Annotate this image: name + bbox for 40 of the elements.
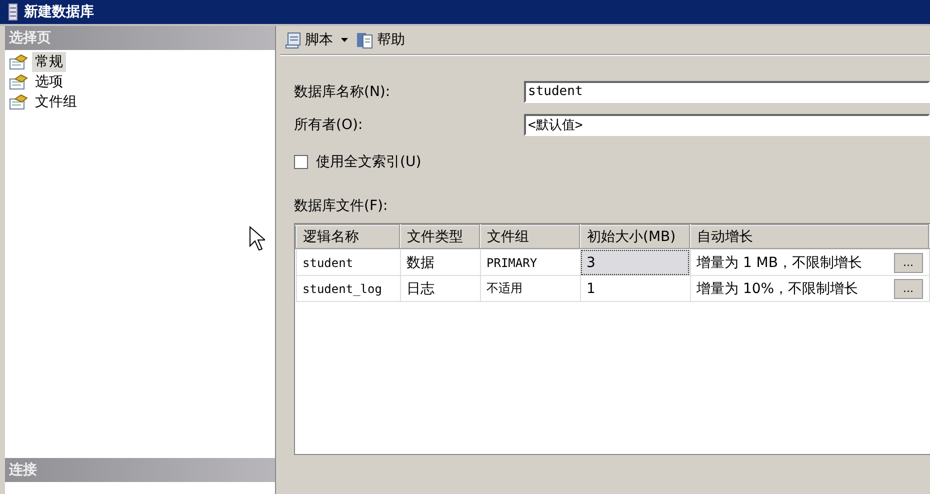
table-cell: 不适用 <box>480 276 580 302</box>
sidebar-item[interactable]: 文件组 <box>32 92 80 112</box>
input-field[interactable]: student <box>524 80 930 102</box>
table-cell[interactable]: 3 <box>580 249 690 276</box>
script-button[interactable]: 脚本 <box>284 31 348 49</box>
column-header[interactable]: 文件类型 <box>400 225 480 249</box>
column-header[interactable]: 自动增长 <box>690 225 929 249</box>
mouse-cursor-icon <box>249 226 265 252</box>
column-header[interactable]: 文件组 <box>480 225 580 249</box>
window-icon <box>8 3 18 21</box>
table-cell: 增量为 10%，不限制增长 <box>696 280 858 298</box>
section-label: 数据库文件(F): <box>294 197 389 215</box>
caret-icon <box>341 38 348 42</box>
window-title: 新建数据库 <box>24 3 94 21</box>
field-label: 数据库名称(N): <box>294 82 392 100</box>
table-cell: student_log <box>296 276 400 302</box>
sidebar-footer: 连接 <box>5 458 275 482</box>
scroll-icon <box>284 31 302 49</box>
table-cell: student <box>296 249 400 276</box>
checkbox-label: 使用全文索引(U) <box>316 153 422 171</box>
table-cell: PRIMARY <box>480 249 580 276</box>
page-icon <box>9 74 29 90</box>
input-field[interactable]: <默认值> <box>524 114 930 136</box>
sidebar-header: 选择页 <box>5 26 275 50</box>
checkbox[interactable] <box>294 155 308 169</box>
browse-button[interactable]: ... <box>894 252 922 272</box>
field-label: 所有者(O): <box>294 116 364 134</box>
browse-button[interactable]: ... <box>894 278 922 298</box>
column-header[interactable]: 逻辑名称 <box>296 225 400 249</box>
table-cell: 日志 <box>400 276 480 302</box>
page-icon <box>9 94 29 110</box>
help-button[interactable]: 帮助 <box>356 31 405 49</box>
table-cell: 数据 <box>400 249 480 276</box>
document-icon <box>356 31 374 49</box>
table-cell[interactable]: 1 <box>580 276 690 302</box>
column-header[interactable]: 初始大小(MB) <box>580 225 690 249</box>
sidebar-item[interactable]: 选项 <box>32 72 66 92</box>
sidebar-item[interactable]: 常规 <box>32 52 66 72</box>
page-icon <box>9 54 29 70</box>
table-cell: 增量为 1 MB，不限制增长 <box>696 254 862 272</box>
